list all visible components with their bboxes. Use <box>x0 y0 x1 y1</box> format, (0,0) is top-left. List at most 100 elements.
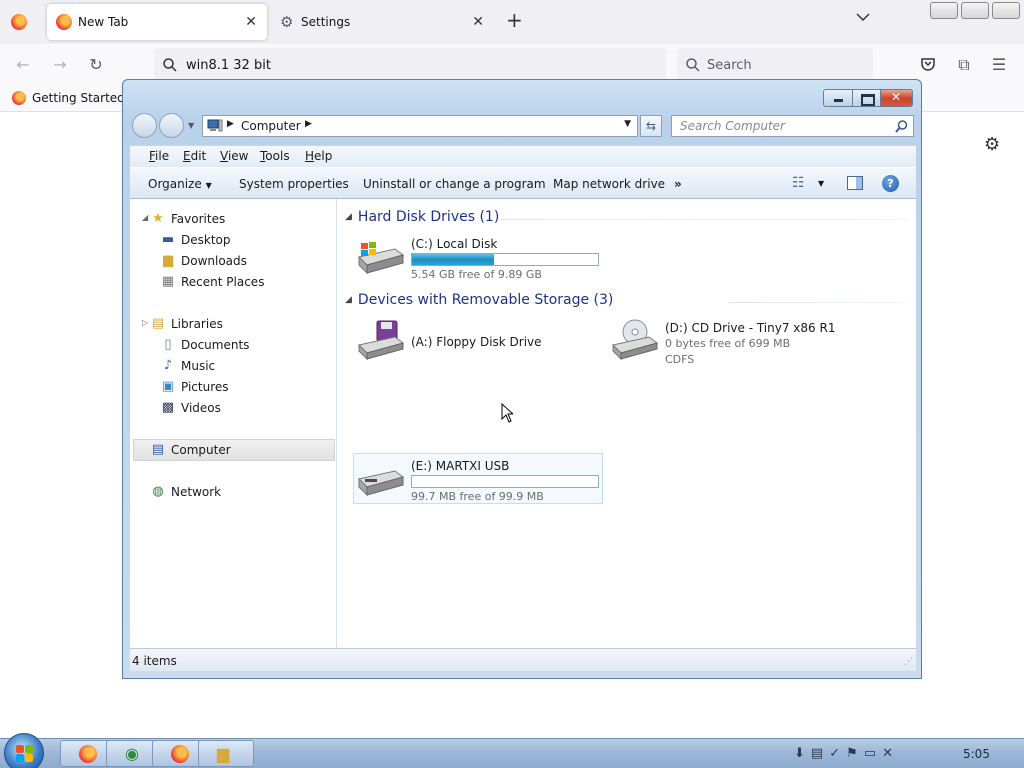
menu-help[interactable]: Help <box>305 149 332 163</box>
extensions-icon[interactable]: ⧉ <box>955 56 973 74</box>
menu-edit[interactable]: Edit <box>183 149 206 163</box>
explorer-maximize-button[interactable] <box>853 89 881 107</box>
firefox-icon <box>79 745 97 763</box>
recent-places-icon: ▦ <box>161 274 175 289</box>
explorer-forward-button[interactable] <box>159 113 184 138</box>
tray-shield-icon[interactable]: ✓ <box>829 746 846 761</box>
organize-button[interactable]: Organize ▼ <box>148 177 212 191</box>
bookmark-label: Getting Started <box>32 91 125 105</box>
item-count: 4 items <box>132 654 177 668</box>
search-bar[interactable]: Search <box>677 48 873 82</box>
usb-drive-icon <box>358 470 405 497</box>
drive-e-usb-content[interactable]: (E:) MARTXI USB 99.7 MB free of 99.9 MB <box>355 457 605 503</box>
drive-a-name: (A:) Floppy Disk Drive <box>411 335 542 349</box>
resize-grip-icon[interactable]: ⋰ <box>904 657 913 667</box>
globe-icon: ◉ <box>125 744 139 763</box>
breadcrumb-arrow-icon[interactable]: ▶ <box>227 119 234 129</box>
more-commands-button[interactable]: » <box>674 177 682 191</box>
folder-icon: ▆ <box>217 744 230 763</box>
libraries-icon: ▤ <box>151 316 165 331</box>
close-tab-icon[interactable]: ✕ <box>245 14 257 30</box>
tray-monitor-icon[interactable]: ▭ <box>864 746 882 761</box>
explorer-back-button[interactable] <box>132 113 157 138</box>
group-title: Hard Disk Drives (1) <box>357 209 500 225</box>
reload-button[interactable]: ↻ <box>87 56 105 74</box>
map-network-drive-button[interactable]: Map network drive <box>553 177 665 191</box>
group-hard-disk-drives[interactable]: ◢ Hard Disk Drives (1) <box>345 209 499 225</box>
organize-label: Organize <box>148 177 202 191</box>
customize-gear-icon[interactable]: ⚙ <box>984 134 1000 155</box>
drive-c[interactable]: (C:) Local Disk 5.54 GB free of 9.89 GB <box>355 235 605 281</box>
menu-tools[interactable]: Tools <box>260 149 290 163</box>
search-placeholder: Search <box>707 58 752 73</box>
pocket-icon[interactable] <box>920 56 936 72</box>
drive-d-filesystem: CDFS <box>665 353 695 366</box>
tray-clipboard-icon[interactable]: ▤ <box>811 746 829 761</box>
nav-downloads-label: Downloads <box>181 254 247 268</box>
group-removable-storage[interactable]: ◢ Devices with Removable Storage (3) <box>345 292 613 308</box>
nav-music-label: Music <box>181 359 216 373</box>
expand-arrow-icon[interactable]: ▷ <box>142 318 148 327</box>
close-tab-icon[interactable]: ✕ <box>472 14 484 30</box>
menu-file[interactable]: File <box>149 149 169 163</box>
restore-button[interactable] <box>961 2 989 19</box>
documents-icon: ▯ <box>164 337 172 352</box>
forward-button[interactable]: → <box>51 56 69 74</box>
chevron-down-icon: ▼ <box>205 181 212 190</box>
back-button[interactable]: ← <box>14 56 32 74</box>
start-button[interactable] <box>4 733 44 768</box>
taskbar: ◉ ▆ ⬇▤✓⚑▭✕ 5:05 <box>0 733 1024 768</box>
taskbar-explorer-button[interactable]: ▆ <box>198 740 254 767</box>
firefox-menu-icon[interactable] <box>11 14 27 30</box>
recent-pages-dropdown[interactable]: ▼ <box>188 121 194 130</box>
nav-desktop-label: Desktop <box>181 233 231 247</box>
search-icon <box>686 58 700 72</box>
explorer-search-input[interactable]: Search Computer <box>671 115 914 137</box>
change-view-icon[interactable]: ☷ <box>792 175 805 191</box>
tray-network-icon[interactable]: ⬇ <box>794 746 811 761</box>
nav-videos-label: Videos <box>181 401 221 415</box>
browser-window-controls <box>930 2 1020 19</box>
breadcrumb-computer[interactable]: Computer <box>241 119 301 133</box>
search-icon[interactable] <box>895 120 908 133</box>
command-bar: Organize ▼ System properties Uninstall o… <box>130 167 916 199</box>
refresh-button[interactable]: ⇆ <box>640 115 662 137</box>
url-input-value[interactable]: win8.1 32 bit <box>186 58 271 73</box>
explorer-search-placeholder: Search Computer <box>680 119 785 133</box>
tray-volume-muted-icon[interactable]: ✕ <box>882 746 899 761</box>
nav-pictures-label: Pictures <box>181 380 229 394</box>
address-bar[interactable]: ▶ Computer ▶ ▼ <box>202 115 638 137</box>
system-properties-button[interactable]: System properties <box>239 177 349 191</box>
expand-arrow-icon[interactable]: ◢ <box>142 213 148 222</box>
close-button[interactable] <box>992 2 1020 19</box>
hamburger-menu-icon[interactable]: ☰ <box>990 56 1008 74</box>
nav-documents-label: Documents <box>181 338 250 352</box>
videos-icon: ▩ <box>161 400 175 415</box>
url-bar[interactable]: win8.1 32 bit <box>154 48 666 82</box>
explorer-close-button[interactable] <box>881 89 913 107</box>
chevron-down-icon[interactable] <box>856 12 870 22</box>
new-tab-button[interactable]: + <box>506 10 523 30</box>
uninstall-program-button[interactable]: Uninstall or change a program <box>363 177 546 191</box>
tab-new-tab[interactable]: New Tab ✕ <box>47 4 267 40</box>
drive-a-floppy[interactable]: (A:) Floppy Disk Drive <box>355 319 605 363</box>
view-options-chevron-icon[interactable]: ▼ <box>818 179 824 188</box>
collapse-triangle-icon: ◢ <box>345 295 352 305</box>
system-tray: ⬇▤✓⚑▭✕ <box>794 746 899 761</box>
drive-e-usage-bar <box>411 475 599 488</box>
music-icon: ♪ <box>163 358 173 373</box>
minimize-button[interactable] <box>930 2 958 19</box>
breadcrumb-arrow-icon[interactable]: ▶ <box>305 119 312 129</box>
tray-flag-icon[interactable]: ⚑ <box>846 746 864 761</box>
preview-pane-icon[interactable] <box>847 176 863 190</box>
explorer-minimize-button[interactable] <box>823 89 853 107</box>
address-history-dropdown-icon[interactable]: ▼ <box>624 119 631 129</box>
explorer-window-controls <box>823 89 913 107</box>
windows-logo-icon <box>16 745 33 762</box>
menu-view[interactable]: View <box>220 149 248 163</box>
cd-drive-icon <box>612 319 659 361</box>
taskbar-clock[interactable]: 5:05 <box>963 747 990 761</box>
help-icon[interactable]: ? <box>882 175 899 192</box>
tab-settings[interactable]: ⚙ Settings ✕ <box>270 4 494 40</box>
drive-d-cd[interactable]: (D:) CD Drive - Tiny7 x86 R1 0 bytes fre… <box>609 319 869 369</box>
